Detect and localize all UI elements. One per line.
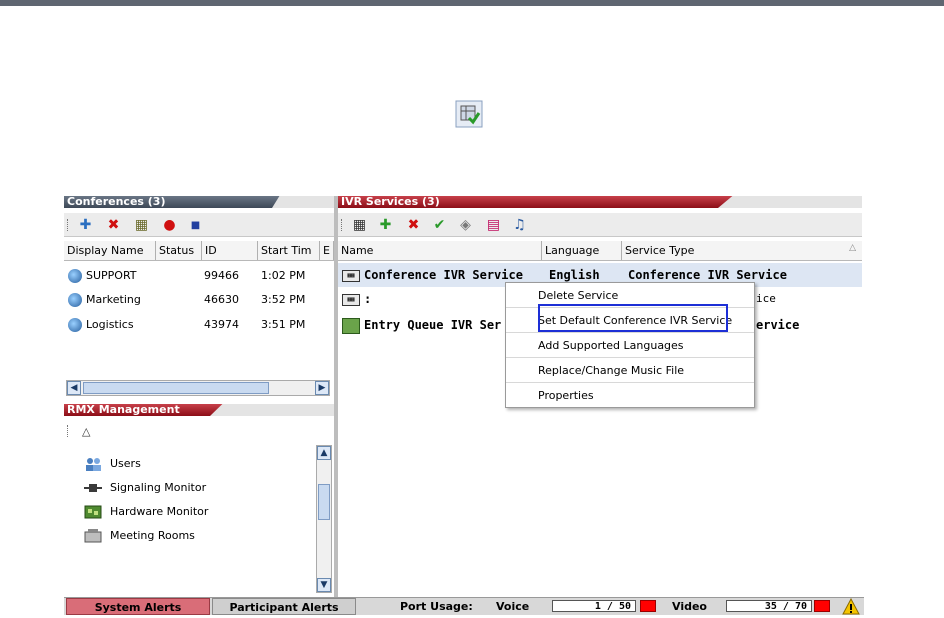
video-usage-indicator (814, 600, 830, 612)
add-languages-icon[interactable]: ▤ (486, 218, 501, 233)
port-usage-label: Port Usage: (400, 600, 473, 613)
scroll-up-icon[interactable]: ▲ (317, 446, 331, 460)
conferences-table-header: Display Name Status ID Start Tim E (64, 241, 334, 261)
rmx-item-signaling-monitor[interactable]: Signaling Monitor (84, 478, 206, 498)
conference-properties-icon[interactable]: ▦ (134, 218, 149, 233)
entry-queue-icon (342, 317, 360, 334)
delete-conference-icon[interactable]: ✖ (106, 218, 121, 233)
table-row[interactable]: SUPPORT 99466 1:02 PM (64, 264, 334, 288)
col-end[interactable]: E (320, 241, 334, 260)
col-language[interactable]: Language (542, 241, 622, 260)
system-alerts-tab[interactable]: System Alerts (66, 598, 210, 615)
new-ivr-service-icon (455, 100, 483, 128)
col-id[interactable]: ID (202, 241, 258, 260)
rmx-item-meeting-rooms[interactable]: Meeting Rooms (84, 526, 195, 546)
top-bar (0, 0, 944, 6)
col-status[interactable]: Status (156, 241, 202, 260)
video-usage: 35 / 70 (726, 600, 812, 612)
col-name[interactable]: Name (338, 241, 542, 260)
scroll-right-icon[interactable]: ▶ (315, 381, 329, 395)
scroll-down-icon[interactable]: ▼ (317, 578, 331, 592)
scroll-thumb[interactable] (318, 484, 330, 520)
ivr-toolbar: ▦ ✚ ✖ ✔ ◈ ▤ ♫ (338, 213, 862, 237)
rmx-title-tab (210, 404, 334, 416)
table-row[interactable]: Marketing 46630 3:52 PM (64, 288, 334, 312)
conferences-table-body: SUPPORT 99466 1:02 PM Marketing 46630 3:… (64, 261, 334, 379)
delete-service-icon[interactable]: ✖ (406, 218, 421, 233)
scroll-thumb[interactable] (83, 382, 269, 394)
rmx-item-hardware-monitor[interactable]: Hardware Monitor (84, 502, 208, 522)
hardware-monitor-icon (84, 505, 102, 519)
ivr-service-icon: ▦▦ (342, 293, 360, 306)
rmx-vertical-scrollbar[interactable]: ▲ ▼ (316, 445, 332, 593)
start-recording-icon[interactable]: ● (162, 218, 177, 233)
participant-alerts-tab[interactable]: Participant Alerts (212, 598, 356, 615)
set-default-eq-icon[interactable]: ◈ (458, 218, 473, 233)
stop-recording-icon[interactable]: ■ (188, 218, 203, 233)
voice-label: Voice (496, 600, 530, 613)
conference-icon (68, 269, 82, 283)
new-entry-queue-ivr-icon[interactable]: ✚ (378, 218, 393, 233)
col-display-name[interactable]: Display Name (64, 241, 156, 260)
conference-icon (68, 293, 82, 307)
menu-item-properties[interactable]: Properties (506, 383, 754, 408)
col-start-time[interactable]: Start Tim (258, 241, 320, 260)
table-row[interactable]: Logistics 43974 3:51 PM (64, 313, 334, 337)
menu-item-add-languages[interactable]: Add Supported Languages (506, 333, 754, 358)
col-service-type[interactable]: Service Type (622, 241, 862, 260)
scroll-left-icon[interactable]: ◀ (67, 381, 81, 395)
sort-icon: △ (849, 243, 856, 253)
context-menu: Delete Service Set Default Conference IV… (505, 282, 755, 408)
signaling-monitor-icon (84, 481, 102, 495)
meeting-rooms-icon (84, 529, 102, 543)
rmx-item-users[interactable]: Users (84, 454, 141, 474)
set-default-icon[interactable]: ✔ (432, 218, 447, 233)
ivr-title-tab (718, 196, 862, 208)
warning-icon[interactable] (842, 597, 860, 615)
conferences-toolbar: ✚ ✖ ▦ ● ■ (64, 213, 334, 237)
new-conference-icon[interactable]: ✚ (78, 218, 93, 233)
ivr-table-header: Name Language Service Type △ (338, 241, 862, 261)
toolbar-grip (67, 219, 70, 231)
toolbar-grip (341, 219, 344, 231)
status-bar: System Alerts Participant Alerts Port Us… (64, 597, 864, 615)
new-conference-ivr-icon[interactable]: ▦ (352, 218, 367, 233)
ivr-service-icon: ▦▦ (342, 269, 360, 282)
menu-item-replace-music[interactable]: Replace/Change Music File (506, 358, 754, 383)
conference-icon (68, 318, 82, 332)
collapse-icon[interactable]: △ (82, 425, 90, 438)
highlight-box (538, 304, 728, 332)
conferences-title-tab (272, 196, 334, 208)
users-icon (84, 457, 102, 471)
toolbar-grip (67, 425, 70, 437)
video-label: Video (672, 600, 707, 613)
music-file-icon[interactable]: ♫ (512, 218, 527, 233)
voice-usage: 1 / 50 (552, 600, 636, 612)
voice-usage-indicator (640, 600, 656, 612)
conferences-horizontal-scrollbar[interactable]: ◀ ▶ (66, 380, 330, 396)
